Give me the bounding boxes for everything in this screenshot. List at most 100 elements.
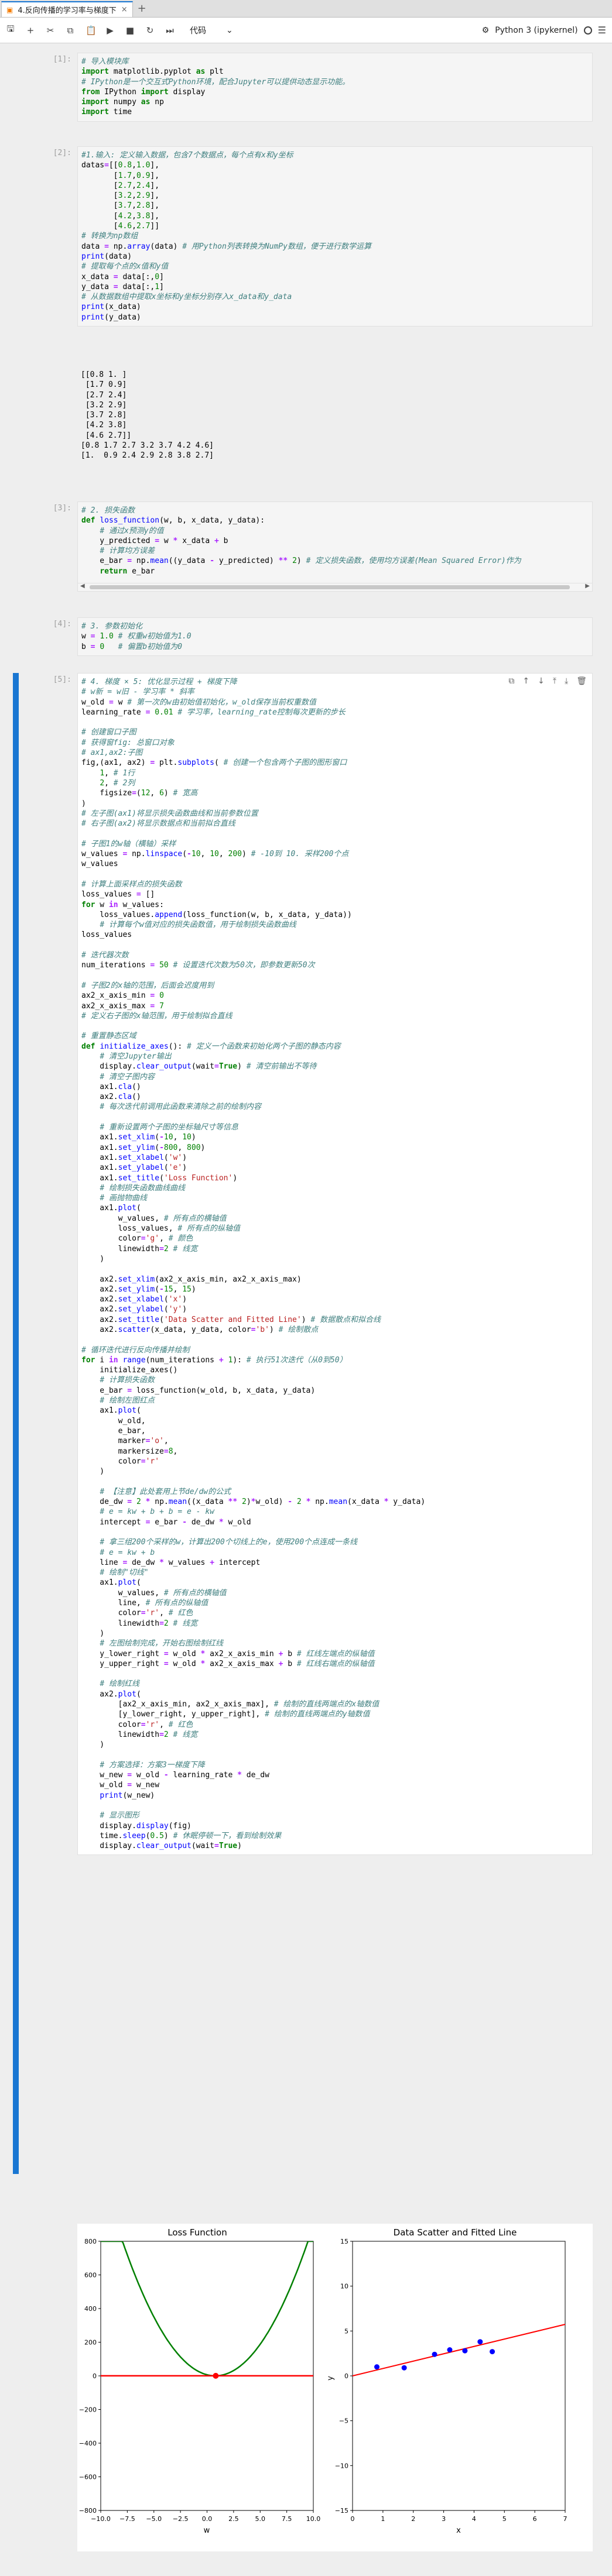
restart-icon[interactable]: ↻ <box>145 25 155 36</box>
cut-icon[interactable]: ✂ <box>46 25 55 36</box>
code-line: ax1.plot( <box>81 1203 589 1213</box>
duplicate-icon[interactable]: ⧉ <box>508 676 514 686</box>
code-line: ax1.set_xlim(-10, 10) <box>81 1132 589 1142</box>
code-token: # 通过x预测y的值 <box>100 526 164 535</box>
new-tab-icon[interactable]: + <box>133 2 151 17</box>
code-token: # w新 = w旧 - 学习率 * 斜率 <box>81 688 194 697</box>
paste-icon[interactable]: 📋 <box>86 25 97 36</box>
code-token: ax2_x_axis_max <box>81 1001 151 1011</box>
run-icon[interactable]: ▶ <box>105 25 115 36</box>
code-editor[interactable]: # 2. 损失函数 def loss_function(w, b, x_data,… <box>77 502 593 583</box>
scroll-right-icon[interactable]: ▶ <box>585 583 590 589</box>
code-token: append <box>155 910 183 919</box>
code-token: print <box>81 312 105 322</box>
code-editor[interactable]: # 导入模块库 import matplotlib.pyplot as plt # … <box>77 53 593 122</box>
move-up-icon[interactable]: ↑ <box>522 676 529 686</box>
code-token: 4.2 <box>118 211 132 221</box>
code-token: [ <box>81 211 118 221</box>
code-line: # 重新设置两个子图的坐标轴尺寸等信息 <box>81 1122 589 1132</box>
right-chart-title: Data Scatter and Fitted Line <box>394 2227 517 2238</box>
fitted-line <box>352 2324 566 2376</box>
code-token: display <box>136 1821 169 1830</box>
code-token: = <box>214 1842 219 1851</box>
code-token: scatter <box>118 1325 151 1334</box>
code-token: # 提取每个点的x值和y值 <box>81 262 169 272</box>
code-token: # 绘制的直线两端点的y轴数值 <box>265 1710 370 1719</box>
code-line: y_upper_right = w_old * ax2_x_axis_max +… <box>81 1659 589 1669</box>
fast-forward-icon[interactable]: ⏭ <box>165 25 175 36</box>
code-line: color='g', # 颜色 <box>81 1234 589 1244</box>
code-token: (x_data) <box>104 303 141 312</box>
code-token: 'Loss Function' <box>163 1173 233 1183</box>
code-editor[interactable]: #1.输入: 定义输入数据，包含7个数据点，每个点有x和y坐标 datas=[[0… <box>77 146 593 327</box>
code-token: , <box>177 1143 187 1152</box>
data-point <box>432 2351 437 2357</box>
menu-icon[interactable]: ☰ <box>598 25 606 36</box>
code-line: display.display(fig) <box>81 1821 589 1831</box>
scroll-left-icon[interactable]: ◀ <box>80 583 85 589</box>
scrollbar-thumb[interactable] <box>90 585 570 589</box>
copy-icon[interactable]: ⧉ <box>66 25 75 36</box>
code-editor[interactable]: # 4. 梯度 × 5: 优化显示过程 + 梯度下降 # w新 = w旧 - 学习… <box>77 673 593 1856</box>
code-token: b <box>81 642 91 651</box>
save-icon[interactable]: 🖫 <box>6 23 15 37</box>
code-token: , <box>200 850 210 859</box>
code-token: y_lower_right <box>81 1649 164 1658</box>
code-token: intercept <box>214 1558 261 1567</box>
code-token: array <box>127 242 151 251</box>
code-token: linewidth <box>81 1619 160 1628</box>
code-token: np <box>150 98 164 107</box>
notebook-tab[interactable]: ▣ 4.反向传播的学习率与梯度下 × <box>1 1 133 17</box>
code-line: # 每次迭代前调用此函数来清除之前的绘制内容 <box>81 1102 589 1112</box>
code-token: # 绘制损失函数曲线曲线 <box>100 1183 185 1193</box>
gear-icon[interactable]: ⚙ <box>482 26 490 35</box>
code-token: matplotlib.pyplot <box>108 67 196 77</box>
delete-icon[interactable]: 🗑 <box>576 676 587 686</box>
insert-below-icon[interactable]: ⤓ <box>565 676 568 686</box>
horizontal-scrollbar[interactable]: ◀ ▶ <box>77 583 593 592</box>
code-line: linewidth=2 # 线宽 <box>81 1244 589 1254</box>
code-token: # 右子图(ax2)将显示数据点和当前拟合直线 <box>81 819 235 829</box>
code-token: ( <box>136 789 141 798</box>
cell-type-select[interactable]: 代码 ⌄ <box>190 25 233 36</box>
code-line: w_values, # 所有点的横轴值 <box>81 1214 589 1224</box>
move-down-icon[interactable]: ↓ <box>538 676 545 686</box>
y-tick-label: 5 <box>344 2327 348 2335</box>
code-token: w_old <box>81 1781 128 1790</box>
code-token: b <box>218 536 228 545</box>
code-line: import numpy as np <box>81 97 589 107</box>
code-line: # 导入模块库 <box>81 57 589 67</box>
code-line: import matplotlib.pyplot as plt <box>81 67 589 77</box>
x-tick-label: −7.5 <box>119 2515 135 2523</box>
code-token: y_predicted) <box>214 557 279 566</box>
code-token: #1.输入: 定义输入数据，包含7个数据点，每个点有x和y坐标 <box>81 151 293 160</box>
code-token: # e = kw + b <box>100 1548 155 1557</box>
close-icon[interactable]: × <box>121 5 128 14</box>
code-token: (num_iterations <box>145 1355 219 1365</box>
code-line: e_bar, <box>81 1426 589 1436</box>
code-token: 'e' <box>168 1163 183 1173</box>
x-tick-label: 0 <box>351 2515 355 2523</box>
add-cell-icon[interactable]: + <box>26 25 35 36</box>
code-token: line <box>81 1558 123 1567</box>
insert-above-icon[interactable]: ⤒ <box>553 676 556 686</box>
code-token: # 3. 参数初始化 <box>81 622 143 631</box>
code-editor[interactable]: # 3. 参数初始化 w = 1.0 # 权重w初始值为1.0 b = 0 # 偏置… <box>77 617 593 656</box>
code-token: (x_data, y_data, color <box>150 1325 251 1334</box>
code-token: ) <box>269 1325 279 1334</box>
code-token: import <box>81 98 109 107</box>
data-point <box>447 2347 453 2353</box>
stop-icon[interactable]: ■ <box>125 25 135 36</box>
code-token: w_values, <box>81 1214 164 1223</box>
code-token: [ax2_x_axis_min, ax2_x_axis_max], <box>81 1699 274 1709</box>
kernel-name[interactable]: Python 3 (ipykernel) <box>495 26 577 35</box>
code-token: set_title <box>118 1315 160 1324</box>
code-token: ] <box>159 282 164 291</box>
